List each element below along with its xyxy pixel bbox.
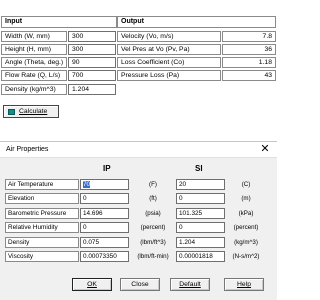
- air-temperature-ip-input[interactable]: 70: [80, 179, 129, 190]
- relative-humidity-ip-unit: (percent): [140, 224, 166, 231]
- barometric-pressure-si-unit: (kPa): [238, 210, 254, 217]
- close-icon[interactable]: ✕: [259, 143, 271, 156]
- default-button-label: Default: [179, 281, 201, 288]
- elevation-label: Elevation: [5, 193, 79, 204]
- air-density-ip-input[interactable]: 0.075: [80, 237, 129, 248]
- air-properties-dialog: Air Properties ✕ IP SI Air Temperature 7…: [0, 141, 277, 300]
- calculate-button[interactable]: Calculate: [3, 105, 59, 118]
- ok-button[interactable]: OK: [72, 278, 112, 291]
- output-header: Output: [117, 16, 276, 28]
- velocity-pressure-value: 36: [222, 44, 276, 55]
- calculate-button-label: Calculate: [19, 108, 48, 115]
- height-input[interactable]: 300: [68, 44, 116, 55]
- width-input[interactable]: 300: [68, 31, 116, 42]
- pressure-loss-value: 43: [222, 70, 276, 81]
- relative-humidity-si-input[interactable]: 0: [176, 222, 225, 233]
- width-label: Width (W, mm): [1, 31, 67, 42]
- viscosity-si-unit: (N-s/m^2): [232, 253, 260, 260]
- pressure-loss-label: Pressure Loss (Pa): [117, 70, 221, 81]
- barometric-pressure-si-input[interactable]: 101.325: [176, 208, 225, 219]
- velocity-value: 7.8: [222, 31, 276, 42]
- ok-button-label: OK: [87, 281, 97, 288]
- loss-coefficient-label: Loss Coefficient (Co): [117, 57, 221, 68]
- viscosity-si-input[interactable]: 0.00001818: [176, 251, 225, 262]
- help-button-label: Help: [237, 281, 251, 288]
- air-temperature-si-input[interactable]: 20: [176, 179, 225, 190]
- flow-rate-input[interactable]: 700: [68, 70, 116, 81]
- air-density-si-unit: (kg/m^3): [234, 239, 258, 246]
- dialog-titlebar: Air Properties ✕: [0, 142, 277, 158]
- viscosity-label: Viscosity: [5, 251, 79, 262]
- air-density-si-input[interactable]: 1.204: [176, 237, 225, 248]
- height-label: Height (H, mm): [1, 44, 67, 55]
- air-temperature-si-unit: (C): [241, 181, 251, 188]
- elevation-ip-unit: (ft): [149, 195, 157, 202]
- relative-humidity-label: Relative Humidity: [5, 222, 79, 233]
- air-temperature-ip-unit: (F): [149, 181, 157, 188]
- air-temperature-label: Air Temperature: [5, 179, 79, 190]
- si-column-header: SI: [195, 164, 203, 173]
- elevation-ip-input[interactable]: 0: [80, 193, 129, 204]
- close-button-label: Close: [131, 281, 149, 288]
- viscosity-ip-unit: (lbm/ft-min): [137, 253, 169, 260]
- density-label: Density (kg/m^3): [1, 84, 67, 95]
- input-header: Input: [1, 16, 117, 28]
- elevation-si-input[interactable]: 0: [176, 193, 225, 204]
- angle-label: Angle (Theta, deg.): [1, 57, 67, 68]
- help-button[interactable]: Help: [224, 278, 264, 291]
- ip-column-header: IP: [103, 164, 111, 173]
- air-density-label: Density: [5, 237, 79, 248]
- dialog-title: Air Properties: [6, 146, 49, 153]
- close-button[interactable]: Close: [120, 278, 160, 291]
- angle-input[interactable]: 90: [68, 57, 116, 68]
- loss-coefficient-value: 1.18: [222, 57, 276, 68]
- air-temperature-ip-value: 70: [83, 181, 91, 188]
- velocity-label: Velocity (Vo, m/s): [117, 31, 221, 42]
- relative-humidity-ip-input[interactable]: 0: [80, 222, 129, 233]
- barometric-pressure-ip-input[interactable]: 14.696: [80, 208, 129, 219]
- air-density-ip-unit: (lbm/ft^3): [140, 239, 166, 246]
- relative-humidity-si-unit: (percent): [233, 224, 259, 231]
- density-input[interactable]: 1.204: [68, 84, 116, 95]
- default-button[interactable]: Default: [170, 278, 210, 291]
- barometric-pressure-ip-unit: (psia): [145, 210, 161, 217]
- flow-rate-label: Flow Rate (Q, L/s): [1, 70, 67, 81]
- barometric-pressure-label: Barometric Pressure: [5, 208, 79, 219]
- calculator-icon: [8, 109, 15, 115]
- velocity-pressure-label: Vel Pres at Vo (Pv, Pa): [117, 44, 221, 55]
- viscosity-ip-input[interactable]: 0.00073350: [80, 251, 129, 262]
- elevation-si-unit: (m): [241, 195, 251, 202]
- duct-fitting-calculator: Input Output Width (W, mm) 300 Height (H…: [0, 0, 277, 128]
